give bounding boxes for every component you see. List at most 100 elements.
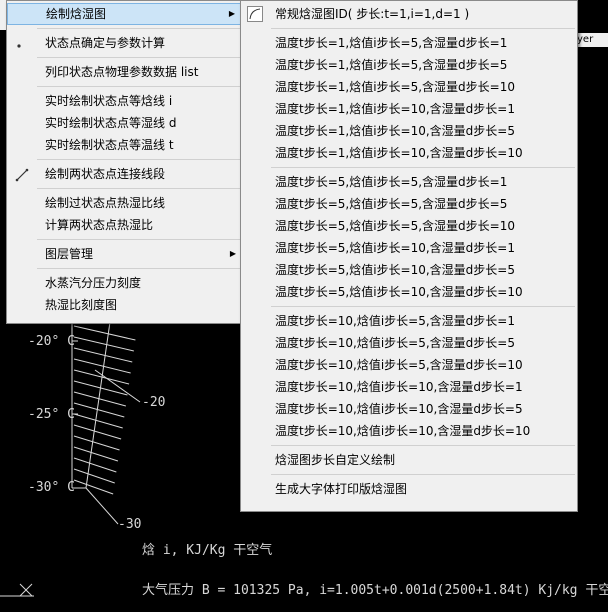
menu-separator — [37, 188, 240, 189]
menu-separator — [37, 239, 240, 240]
submenu-item-t1-i5-d5[interactable]: 温度t步长=1,焓值i步长=5,含湿量d步长=5 — [241, 54, 577, 76]
submenu-item-t10-i5-d10[interactable]: 温度t步长=10,焓值i步长=5,含湿量d步长=10 — [241, 354, 577, 376]
hatch-line — [73, 424, 122, 440]
menu-item-label: 状态点确定与参数计算 — [45, 36, 166, 50]
menu-item-label: 绘制过状态点热湿比线 — [45, 196, 166, 210]
line-icon — [15, 167, 29, 182]
menu-item-heat-moisture-line[interactable]: 绘制过状态点热湿比线 — [7, 192, 242, 214]
hatch-line — [73, 435, 120, 451]
hatch-line — [73, 402, 125, 418]
submenu-item-t5-i10-d5[interactable]: 温度t步长=5,焓值i步长=10,含湿量d步长=5 — [241, 259, 577, 281]
submenu-arrow-icon: ▶ — [228, 9, 235, 18]
hatch-line — [73, 479, 114, 495]
submenu-item-large-font-print[interactable]: 生成大字体打印版焓湿图 — [241, 478, 577, 500]
submenu-item-label: 温度t步长=10,焓值i步长=10,含湿量d步长=1 — [275, 380, 523, 394]
menu-item-label: 水蒸汽分压力刻度 — [45, 276, 142, 290]
menu-item-connect-points[interactable]: 绘制两状态点连接线段 — [7, 163, 242, 185]
menu-separator — [271, 445, 575, 446]
hatch-line — [73, 413, 123, 429]
hatch-line — [73, 358, 131, 374]
enthalpy-label-m30: -30 — [118, 517, 142, 532]
submenu-item-t1-i10-d1[interactable]: 温度t步长=1,焓值i步长=10,含湿量d步长=1 — [241, 98, 577, 120]
temp-label-m20: -20° C — [28, 334, 75, 349]
submenu-item-label: 温度t步长=10,焓值i步长=5,含湿量d步长=5 — [275, 336, 515, 350]
submenu-item-label: 温度t步长=10,焓值i步长=10,含湿量d步长=5 — [275, 402, 523, 416]
submenu-item-label: 温度t步长=1,焓值i步长=10,含湿量d步长=10 — [275, 146, 523, 160]
submenu-item-label: 焓湿图步长自定义绘制 — [275, 453, 396, 467]
submenu-item-label: 温度t步长=5,焓值i步长=5,含湿量d步长=1 — [275, 175, 508, 189]
menu-item-list-params[interactable]: 列印状态点物理参数数据 list — [7, 61, 242, 83]
menu-separator — [271, 306, 575, 307]
menu-separator — [271, 28, 575, 29]
submenu-item-standard-chart[interactable]: 常规焓湿图ID( 步长:t=1,i=1,d=1 ) — [241, 3, 577, 25]
submenu-item-label: 温度t步长=5,焓值i步长=5,含湿量d步长=5 — [275, 197, 508, 211]
toolbar-fragment: yer — [575, 33, 608, 47]
submenu-item-t10-i5-d1[interactable]: 温度t步长=10,焓值i步长=5,含湿量d步长=1 — [241, 310, 577, 332]
temp-label-m30: -30° C — [28, 480, 75, 495]
submenu-item-label: 温度t步长=1,焓值i步长=5,含湿量d步长=1 — [275, 36, 508, 50]
menu-item-heat-moisture-calc[interactable]: 计算两状态点热湿比 — [7, 214, 242, 236]
menu-separator — [37, 28, 240, 29]
submenu-item-custom-step[interactable]: 焓湿图步长自定义绘制 — [241, 449, 577, 471]
submenu-item-label: 温度t步长=1,焓值i步长=5,含湿量d步长=10 — [275, 80, 515, 94]
submenu-arrow-icon: ▶ — [229, 249, 236, 258]
submenu-item-label: 温度t步长=5,焓值i步长=5,含湿量d步长=10 — [275, 219, 515, 233]
menu-item-label: 列印状态点物理参数数据 list — [45, 65, 199, 79]
enthalpy-line-20 — [94, 369, 141, 403]
enthalpy-hatching — [73, 325, 136, 495]
submenu-item-label: 温度t步长=1,焓值i步长=10,含湿量d步长=5 — [275, 124, 515, 138]
menu-item-heat-moisture-scale[interactable]: 热湿比刻度图 — [7, 294, 242, 316]
submenu-item-t10-i10-d1[interactable]: 温度t步长=10,焓值i步长=10,含湿量d步长=1 — [241, 376, 577, 398]
menu-item-label: 热湿比刻度图 — [45, 298, 118, 312]
submenu-item-label: 生成大字体打印版焓湿图 — [275, 482, 408, 496]
menu-separator — [37, 86, 240, 87]
submenu-item-t5-i5-d10[interactable]: 温度t步长=5,焓值i步长=5,含湿量d步长=10 — [241, 215, 577, 237]
submenu-item-t10-i10-d5[interactable]: 温度t步长=10,焓值i步长=10,含湿量d步长=5 — [241, 398, 577, 420]
enthalpy-line-30 — [85, 487, 119, 525]
submenu-item-t5-i5-d1[interactable]: 温度t步长=5,焓值i步长=5,含湿量d步长=1 — [241, 171, 577, 193]
submenu-item-label: 温度t步长=10,焓值i步长=5,含湿量d步长=1 — [275, 314, 515, 328]
menu-item-state-point[interactable]: 状态点确定与参数计算 — [7, 32, 242, 54]
submenu-item-t1-i5-d10[interactable]: 温度t步长=1,焓值i步长=5,含湿量d步长=10 — [241, 76, 577, 98]
menu-item-label: 实时绘制状态点等温线 t — [45, 138, 174, 152]
menu-separator — [37, 159, 240, 160]
submenu-item-label: 常规焓湿图ID( 步长:t=1,i=1,d=1 ) — [275, 7, 470, 21]
submenu-item-label: 温度t步长=5,焓值i步长=10,含湿量d步长=5 — [275, 263, 515, 277]
menu-item-layer-manage[interactable]: 图层管理 ▶ — [7, 243, 242, 265]
submenu-item-t1-i10-d5[interactable]: 温度t步长=1,焓值i步长=10,含湿量d步长=5 — [241, 120, 577, 142]
menu-separator — [271, 167, 575, 168]
submenu-item-t10-i5-d5[interactable]: 温度t步长=10,焓值i步长=5,含湿量d步长=5 — [241, 332, 577, 354]
menu-item-label: 图层管理 — [45, 247, 94, 261]
submenu-item-t1-i5-d1[interactable]: 温度t步长=1,焓值i步长=5,含湿量d步长=1 — [241, 32, 577, 54]
hatch-line — [73, 457, 117, 473]
enthalpy-label-m20: -20 — [142, 395, 166, 410]
menu-item-humidity-line[interactable]: 实时绘制状态点等湿线 d — [7, 112, 242, 134]
submenu-item-t5-i5-d5[interactable]: 温度t步长=5,焓值i步长=5,含湿量d步长=5 — [241, 193, 577, 215]
submenu-item-label: 温度t步长=10,焓值i步长=5,含湿量d步长=10 — [275, 358, 523, 372]
menu-separator — [37, 57, 240, 58]
main-context-menu: 绘制焓湿图 ▶ 状态点确定与参数计算 列印状态点物理参数数据 list 实时绘制… — [6, 0, 243, 324]
menu-item-label: 计算两状态点热湿比 — [45, 218, 154, 232]
menu-item-label: 实时绘制状态点等焓线 i — [45, 94, 173, 108]
menu-item-label: 实时绘制状态点等湿线 d — [45, 116, 177, 130]
submenu-item-t5-i10-d10[interactable]: 温度t步长=5,焓值i步长=10,含湿量d步长=10 — [241, 281, 577, 303]
hatch-line — [73, 325, 136, 341]
hatch-line — [73, 446, 119, 462]
menu-item-temperature-line[interactable]: 实时绘制状态点等温线 t — [7, 134, 242, 156]
submenu-item-label: 温度t步长=1,焓值i步长=5,含湿量d步长=5 — [275, 58, 508, 72]
submenu-item-t10-i10-d10[interactable]: 温度t步长=10,焓值i步长=10,含湿量d步长=10 — [241, 420, 577, 442]
formula-text: 大气压力 B = 101325 Pa, i=1.005t+0.001d(2500… — [142, 583, 608, 598]
ucs-icon — [0, 583, 34, 597]
enthalpy-axis-label: 焓 i, KJ/Kg 干空气 — [142, 543, 273, 558]
submenu-item-t5-i10-d1[interactable]: 温度t步长=5,焓值i步长=10,含湿量d步长=1 — [241, 237, 577, 259]
temp-label-m25: -25° C — [28, 407, 75, 422]
dot-icon — [15, 36, 29, 50]
draw-chart-submenu: 常规焓湿图ID( 步长:t=1,i=1,d=1 ) 温度t步长=1,焓值i步长=… — [240, 0, 578, 512]
hatch-line — [73, 347, 133, 363]
submenu-item-label: 温度t步长=5,焓值i步长=10,含湿量d步长=1 — [275, 241, 515, 255]
menu-item-enthalpy-line[interactable]: 实时绘制状态点等焓线 i — [7, 90, 242, 112]
menu-item-draw-chart[interactable]: 绘制焓湿图 ▶ — [7, 3, 242, 25]
menu-item-vapor-pressure-scale[interactable]: 水蒸汽分压力刻度 — [7, 272, 242, 294]
menu-item-label: 绘制两状态点连接线段 — [45, 167, 166, 181]
submenu-item-t1-i10-d10[interactable]: 温度t步长=1,焓值i步长=10,含湿量d步长=10 — [241, 142, 577, 164]
